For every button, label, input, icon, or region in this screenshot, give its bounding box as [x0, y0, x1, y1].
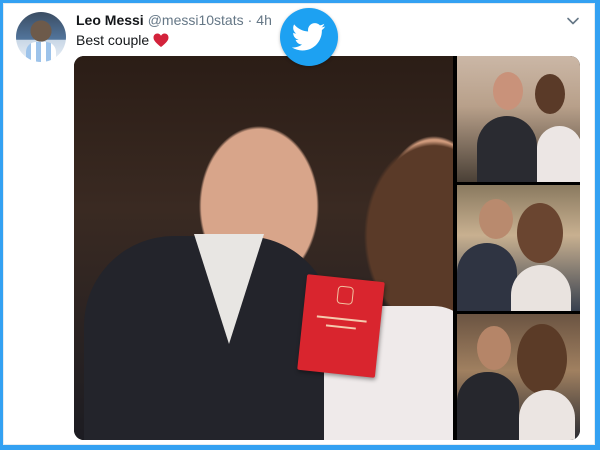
thumb1-suit — [477, 116, 537, 182]
tweet-timestamp[interactable]: 4h — [256, 12, 272, 28]
thumb3-face-groom — [477, 326, 511, 370]
thumb2-suit — [457, 243, 517, 311]
booklet-seal — [336, 285, 355, 306]
chevron-down-icon[interactable] — [566, 14, 580, 28]
thumb1-face-bride — [535, 74, 565, 114]
main-photo[interactable] — [74, 56, 453, 440]
media-grid — [74, 56, 580, 440]
tweet-header: Leo Messi @messi10stats · 4h — [76, 12, 272, 32]
thumbnail-photo-2[interactable] — [457, 185, 580, 311]
thumb2-hair-bride — [517, 203, 563, 263]
thumb1-dress — [537, 126, 580, 182]
twitter-bird-badge — [280, 8, 338, 66]
thumb2-face-groom — [479, 199, 513, 239]
photo-red-booklet — [297, 274, 385, 378]
tweet-body: Best couple — [76, 32, 150, 48]
thumbnail-photo-3[interactable] — [457, 314, 580, 440]
author-handle[interactable]: @messi10stats — [148, 12, 244, 28]
author-name[interactable]: Leo Messi — [76, 12, 144, 28]
tweet-text: Best couple — [76, 32, 169, 48]
thumb3-hair-bride — [517, 324, 567, 394]
thumb3-suit — [457, 372, 519, 440]
booklet-subtitle-line — [325, 324, 356, 330]
avatar-jersey — [26, 42, 56, 62]
red-heart-icon — [153, 33, 169, 47]
booklet-title-line — [316, 315, 367, 323]
separator-dot: · — [247, 12, 253, 28]
tweet-card[interactable]: Leo Messi @messi10stats · 4h Best couple — [3, 3, 595, 445]
twitter-bird-icon — [292, 23, 326, 51]
thumb3-dress — [519, 390, 575, 440]
avatar[interactable] — [16, 12, 66, 62]
thumb2-dress — [511, 265, 571, 311]
thumbnail-photo-1[interactable] — [457, 56, 580, 182]
thumb1-face-groom — [493, 72, 523, 110]
